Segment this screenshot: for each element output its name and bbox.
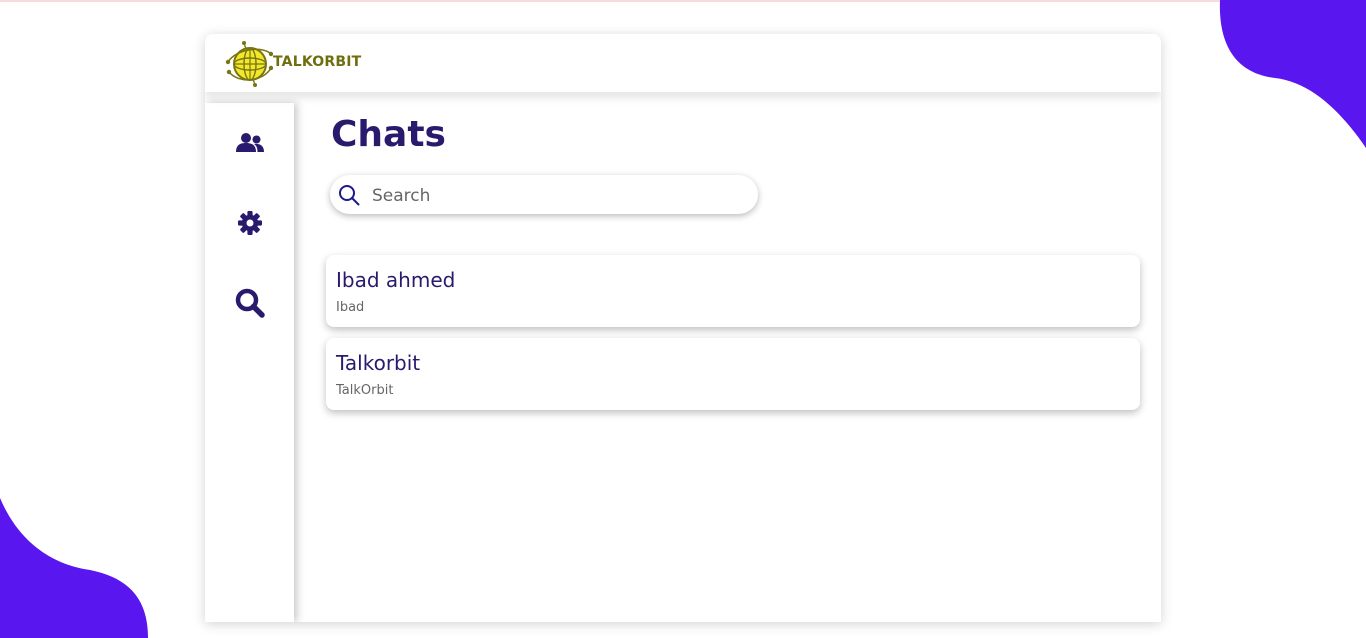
chat-subtitle: TalkOrbit	[336, 383, 394, 398]
chat-name: Ibad ahmed	[336, 268, 456, 292]
app-window: TALKORBIT Chats Search Ibad ahmed Ibad T…	[205, 34, 1161, 622]
sidebar-item-search[interactable]	[233, 286, 267, 320]
top-accent-line	[0, 0, 1366, 2]
users-icon	[236, 133, 264, 152]
search-bar	[330, 175, 758, 214]
search-icon	[235, 288, 265, 318]
chat-subtitle: Ibad	[336, 300, 365, 315]
chat-list-item[interactable]: Talkorbit TalkOrbit	[326, 338, 1140, 410]
sidebar-item-settings[interactable]	[233, 206, 267, 240]
chat-list: Ibad ahmed Ibad Talkorbit TalkOrbit	[326, 255, 1140, 421]
sidebar-item-contacts[interactable]	[233, 126, 267, 160]
decorative-blob-top-right	[1219, 0, 1366, 148]
gear-icon	[238, 211, 262, 235]
chat-name: Talkorbit	[336, 351, 421, 375]
page-title: Chats	[331, 114, 446, 155]
app-header: TALKORBIT	[205, 34, 1161, 92]
search-input[interactable]	[370, 181, 744, 210]
sidebar	[205, 103, 294, 622]
globe-orbit-logo-icon	[225, 41, 273, 87]
decorative-blob-bottom-left	[0, 498, 148, 638]
chat-list-item[interactable]: Ibad ahmed Ibad	[326, 255, 1140, 327]
brand-name: TALKORBIT	[273, 54, 362, 70]
search-icon	[339, 185, 360, 206]
